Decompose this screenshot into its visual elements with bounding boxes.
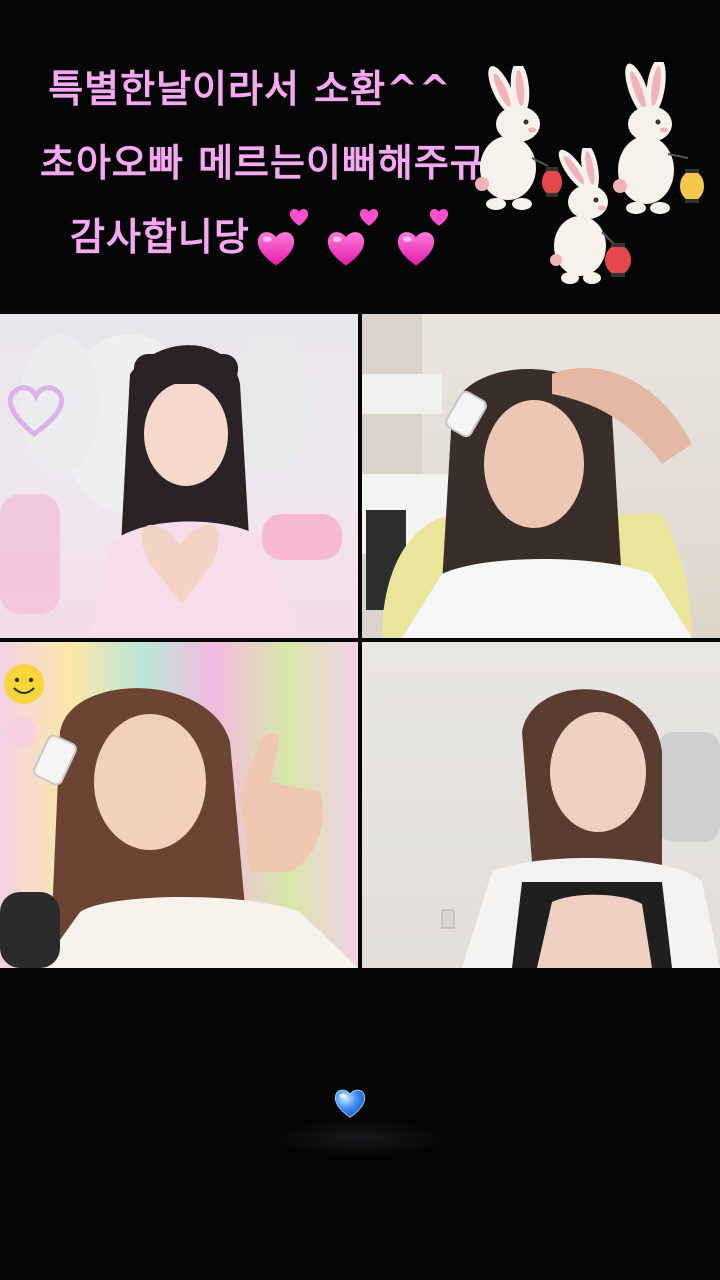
caption-line-2: 초아오빠 메르는이뻐해주규 bbox=[40, 141, 486, 185]
heart-icon bbox=[254, 209, 308, 266]
video-tile-participant-2[interactable] bbox=[362, 314, 720, 638]
bunny-with-lantern-icon bbox=[550, 148, 631, 284]
reaction-area bbox=[0, 968, 720, 1280]
caption-line-1: 특별한날이라서 소환^^ bbox=[48, 67, 452, 111]
video-tile-participant-3[interactable] bbox=[0, 642, 358, 968]
caption-text: 특별한날이라서 소환^^ 초아오빠 메르는이뻐해주규 감사합니당 bbox=[40, 52, 486, 274]
heart-icon bbox=[324, 209, 379, 266]
video-tile-participant-4[interactable] bbox=[362, 642, 720, 968]
hearts-group bbox=[254, 203, 450, 277]
blue-heart-icon bbox=[334, 1089, 366, 1118]
participant-3-video bbox=[0, 664, 358, 968]
participant-1-video bbox=[0, 334, 342, 638]
caption-line-3: 감사합니당 bbox=[40, 200, 460, 274]
glow-effect bbox=[270, 1118, 450, 1158]
video-tile-participant-1[interactable] bbox=[0, 314, 358, 638]
bunny-decoration bbox=[462, 56, 720, 300]
video-grid bbox=[0, 314, 720, 968]
caption-line-3-text: 감사합니당 bbox=[70, 215, 250, 259]
participant-4-video bbox=[441, 689, 720, 968]
heart-icon bbox=[394, 209, 449, 266]
caption-banner: 특별한날이라서 소환^^ 초아오빠 메르는이뻐해주규 감사합니당 bbox=[0, 0, 720, 312]
participant-2-video bbox=[362, 314, 692, 638]
